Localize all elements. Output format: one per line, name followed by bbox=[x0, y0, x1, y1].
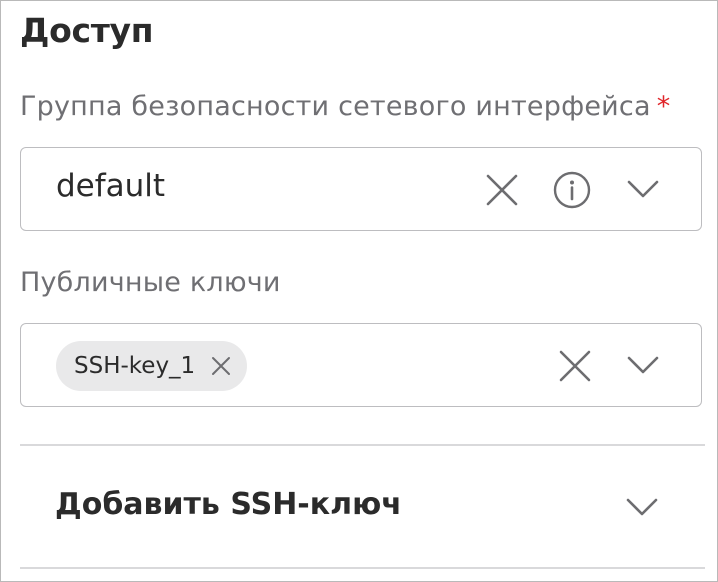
add-ssh-key-title: Добавить SSH-ключ bbox=[55, 487, 402, 522]
security-group-value: default bbox=[56, 168, 166, 204]
chevron-down-icon[interactable] bbox=[626, 354, 660, 376]
divider bbox=[20, 567, 705, 569]
chevron-down-icon[interactable] bbox=[625, 496, 659, 518]
security-group-label-text: Группа безопасности сетевого интерфейса bbox=[20, 91, 651, 122]
close-icon[interactable] bbox=[558, 349, 592, 383]
ssh-key-chip: SSH-key_1 bbox=[56, 341, 248, 391]
security-group-select[interactable]: default bbox=[20, 147, 702, 231]
ssh-key-chip-label: SSH-key_1 bbox=[74, 353, 196, 379]
chevron-down-icon[interactable] bbox=[626, 178, 660, 200]
add-ssh-key-accordion[interactable]: Добавить SSH-ключ bbox=[20, 446, 705, 566]
section-title: Доступ bbox=[20, 11, 154, 50]
info-icon[interactable] bbox=[553, 171, 591, 209]
public-keys-select[interactable]: SSH-key_1 bbox=[20, 323, 702, 407]
public-keys-label: Публичные ключи bbox=[20, 267, 281, 298]
access-panel: Доступ Группа безопасности сетевого инте… bbox=[0, 0, 718, 582]
chip-remove-icon[interactable] bbox=[211, 356, 231, 376]
close-icon[interactable] bbox=[485, 173, 519, 207]
security-group-label: Группа безопасности сетевого интерфейса * bbox=[20, 91, 670, 122]
required-asterisk: * bbox=[656, 91, 671, 122]
